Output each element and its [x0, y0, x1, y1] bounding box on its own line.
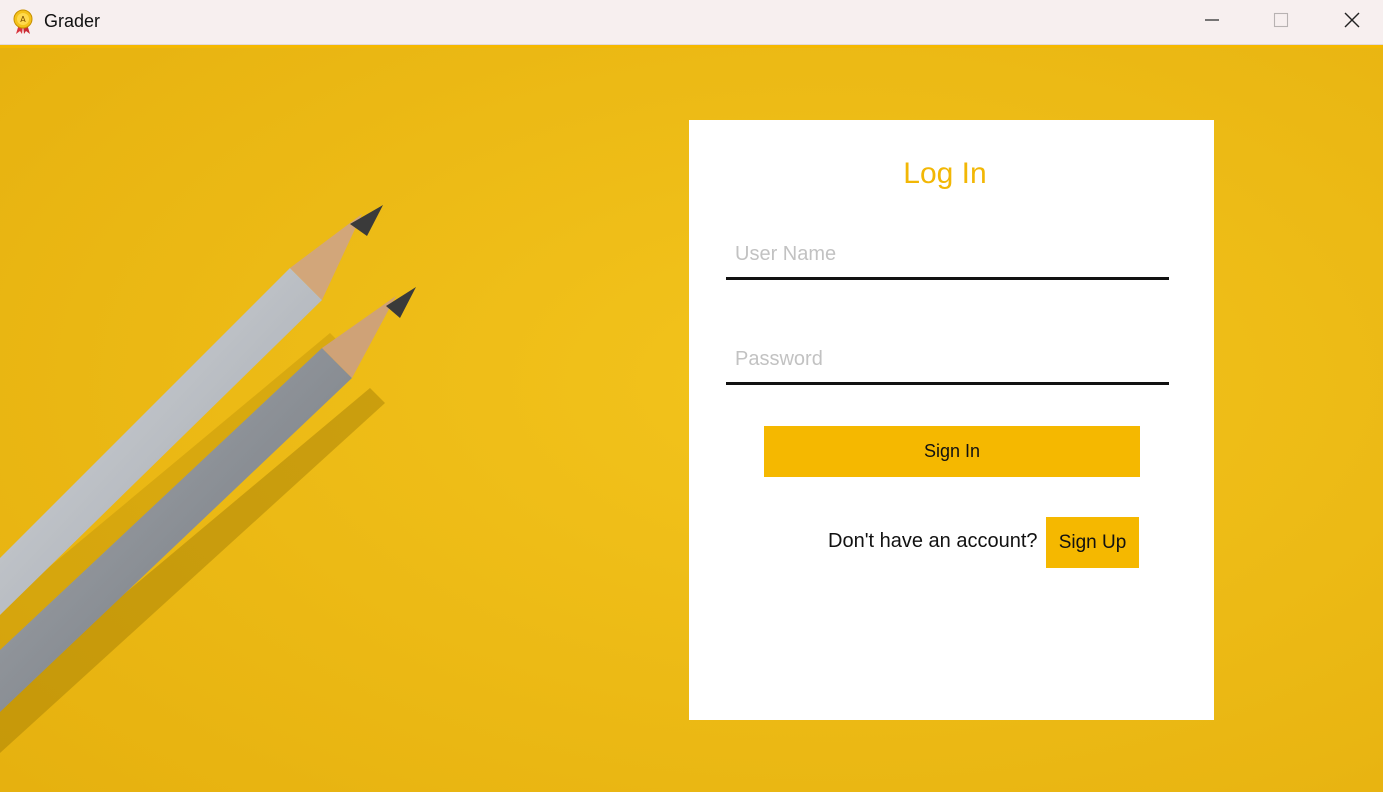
password-field — [726, 336, 1169, 385]
close-icon — [1343, 11, 1361, 34]
maximize-icon — [1273, 12, 1289, 33]
svg-text:A: A — [20, 15, 26, 24]
signup-prompt-text: Don't have an account? — [828, 530, 1038, 552]
login-card: Log In Sign In Don't have an account? Si… — [689, 120, 1214, 720]
minimize-button[interactable] — [1177, 0, 1247, 44]
close-button[interactable] — [1317, 0, 1383, 44]
window-title: Grader — [44, 11, 101, 31]
username-field — [726, 231, 1169, 280]
maximize-button[interactable] — [1246, 0, 1316, 44]
award-ribbon-icon: A — [12, 9, 34, 35]
password-input[interactable] — [726, 336, 1169, 382]
title-bar[interactable]: A Grader — [0, 0, 1383, 45]
login-title: Log In — [903, 157, 987, 190]
username-input[interactable] — [726, 231, 1169, 277]
sign-up-button[interactable]: Sign Up — [1046, 517, 1139, 568]
minimize-icon — [1204, 12, 1220, 33]
app-window: A Grader Log In User Name Sign In Don't … — [0, 0, 1383, 792]
sign-in-button[interactable]: Sign In — [764, 426, 1140, 477]
